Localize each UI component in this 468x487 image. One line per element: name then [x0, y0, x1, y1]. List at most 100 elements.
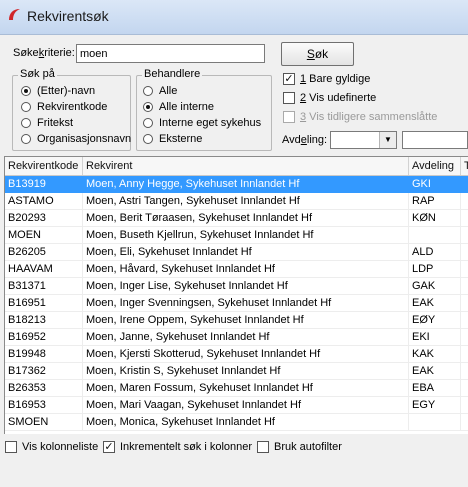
show-undefined-check-box[interactable] [283, 92, 295, 104]
table-row[interactable]: B18213 Moen, Irene Oppem, Sykehuset Innla… [5, 312, 468, 329]
cell-code: HAAVAM [5, 261, 83, 277]
cell-t [461, 210, 468, 226]
autofilter-check-box[interactable] [257, 441, 269, 453]
cell-dept: EAK [409, 295, 461, 311]
cell-t [461, 329, 468, 345]
cell-dept: GKI [409, 176, 461, 192]
cell-dept: RAP [409, 193, 461, 209]
table-row[interactable]: B16953 Moen, Mari Vaagan, Sykehuset Innla… [5, 397, 468, 414]
handlers-option-label: Interne eget sykehus [159, 117, 262, 129]
radio-button[interactable] [21, 102, 31, 112]
cell-dept: EØY [409, 312, 461, 328]
cell-t [461, 295, 468, 311]
cell-name: Moen, Irene Oppem, Sykehuset Innlandet H… [83, 312, 409, 328]
show-undefined-label: 2 Vis udefinerte [300, 92, 377, 104]
cell-name: Moen, Håvard, Sykehuset Innlandet Hf [83, 261, 409, 277]
column-header-t[interactable]: T [461, 157, 468, 175]
cell-code: B17362 [5, 363, 83, 379]
column-header-requester[interactable]: Rekvirent [83, 157, 409, 175]
cell-t [461, 312, 468, 328]
search-input[interactable] [76, 44, 265, 63]
table-row[interactable]: B31371 Moen, Inger Lise, Sykehuset Innlan… [5, 278, 468, 295]
cell-t [461, 193, 468, 209]
radio-button[interactable] [143, 134, 153, 144]
cell-dept: LDP [409, 261, 461, 277]
cell-t [461, 380, 468, 396]
cell-code: B20293 [5, 210, 83, 226]
radio-button[interactable] [143, 102, 153, 112]
cell-t [461, 414, 468, 430]
only-valid-check-box[interactable]: ✓ [283, 73, 295, 85]
department-label: Avdeling: [282, 134, 328, 146]
radio-button[interactable] [143, 86, 153, 96]
table-row[interactable]: MOEN Moen, Buseth Kjellrun, Sykehuset Inn… [5, 227, 468, 244]
table-row[interactable]: B16951 Moen, Inger Svenningsen, Sykehuset… [5, 295, 468, 312]
cell-code: B31371 [5, 278, 83, 294]
cell-dept: KØN [409, 210, 461, 226]
cell-name: Moen, Kristin S, Sykehuset Innlandet Hf [83, 363, 409, 379]
cell-code: B16952 [5, 329, 83, 345]
cell-name: Moen, Mari Vaagan, Sykehuset Innlandet H… [83, 397, 409, 413]
column-header-department[interactable]: Avdeling [409, 157, 461, 175]
cell-dept: ALD [409, 244, 461, 260]
cell-name: Moen, Monica, Sykehuset Innlandet Hf [83, 414, 409, 430]
cell-t [461, 244, 468, 260]
cell-code: SMOEN [5, 414, 83, 430]
cell-code: B18213 [5, 312, 83, 328]
cell-name: Moen, Buseth Kjellrun, Sykehuset Innland… [83, 227, 409, 243]
search-button[interactable]: Søk [281, 42, 354, 66]
table-row[interactable]: B19948 Moen, Kjersti Skotterud, Sykehuset… [5, 346, 468, 363]
table-row[interactable]: B17362 Moen, Kristin S, Sykehuset Innland… [5, 363, 468, 380]
cell-dept: EAK [409, 363, 461, 379]
incremental-search-check-box[interactable]: ✓ [103, 441, 115, 453]
cell-code: B26353 [5, 380, 83, 396]
cell-dept: KAK [409, 346, 461, 362]
cell-dept: EBA [409, 380, 461, 396]
cell-t [461, 397, 468, 413]
cell-t [461, 176, 468, 192]
search-criteria-label: Søkekriterie: [13, 47, 75, 59]
show-column-list-check-box[interactable] [5, 441, 17, 453]
app-logo-icon [9, 9, 20, 20]
search_on-option-label: (Etter)-navn [37, 85, 96, 97]
cell-name: Moen, Eli, Sykehuset Innlandet Hf [83, 244, 409, 260]
cell-code: B13919 [5, 176, 83, 192]
title-bar: Rekvirentsøk [0, 0, 468, 35]
table-row[interactable]: B26205 Moen, Eli, Sykehuset Innlandet Hf A… [5, 244, 468, 261]
show-merged-check-box[interactable] [283, 111, 295, 123]
cell-t [461, 363, 468, 379]
search_on-option-label: Organisasjonsnavn [37, 133, 132, 145]
handlers-option-label: Alle [159, 85, 178, 97]
cell-dept [409, 414, 461, 430]
department-dropdown[interactable]: ▼ [330, 131, 397, 149]
table-row[interactable]: HAAVAM Moen, Håvard, Sykehuset Innlandet … [5, 261, 468, 278]
column-header-code[interactable]: Rekvirentkode [5, 157, 83, 175]
table-row[interactable]: B13919 Moen, Anny Hegge, Sykehuset Innlan… [5, 176, 468, 193]
cell-name: Moen, Berit Tøraasen, Sykehuset Innlande… [83, 210, 409, 226]
cell-dept [409, 227, 461, 243]
department-name-field[interactable] [402, 131, 468, 149]
cell-dept: GAK [409, 278, 461, 294]
only-valid-label: 1 Bare gyldige [300, 73, 371, 85]
table-row[interactable]: B16952 Moen, Janne, Sykehuset Innlandet H… [5, 329, 468, 346]
search-on-legend: Søk på [18, 68, 57, 80]
incremental-search-label: Inkrementelt søk i kolonner [120, 441, 253, 453]
radio-button[interactable] [21, 134, 31, 144]
cell-name: Moen, Astri Tangen, Sykehuset Innlandet … [83, 193, 409, 209]
table-row[interactable]: B20293 Moen, Berit Tøraasen, Sykehuset In… [5, 210, 468, 227]
handlers-legend: Behandlere [142, 68, 203, 80]
search_on-option-label: Fritekst [37, 117, 74, 129]
table-row[interactable]: ASTAMO Moen, Astri Tangen, Sykehuset Innl… [5, 193, 468, 210]
radio-button[interactable] [21, 118, 31, 128]
cell-t [461, 261, 468, 277]
cell-name: Moen, Inger Svenningsen, Sykehuset Innla… [83, 295, 409, 311]
cell-dept: EKI [409, 329, 461, 345]
table-row[interactable]: B26353 Moen, Maren Fossum, Sykehuset Innl… [5, 380, 468, 397]
chevron-down-icon[interactable]: ▼ [379, 132, 396, 148]
radio-button[interactable] [143, 118, 153, 128]
table-row[interactable]: SMOEN Moen, Monica, Sykehuset Innlandet H… [5, 414, 468, 431]
results-table: Rekvirentkode Rekvirent Avdeling T B1391… [4, 156, 468, 434]
cell-code: ASTAMO [5, 193, 83, 209]
radio-button[interactable] [21, 86, 31, 96]
cell-t [461, 278, 468, 294]
